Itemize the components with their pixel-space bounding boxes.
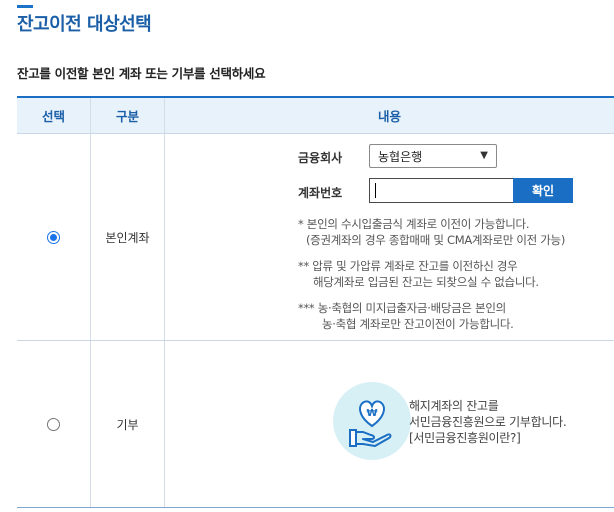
confirm-button[interactable]: 확인 <box>513 178 573 203</box>
note-line-1: * 본인의 수시입출금식 계좌로 이전이 가능합니다. <box>298 217 530 231</box>
header-select: 선택 <box>17 98 91 133</box>
selection-table: 선택 구분 내용 본인계좌 금융회사 농협은행 ▼ 계좌번호 확인 * 본인의 … <box>17 96 614 508</box>
header-content: 내용 <box>377 109 401 124</box>
header-type: 구분 <box>91 98 165 133</box>
svg-text:₩: ₩ <box>366 408 377 419</box>
select-cell <box>17 134 91 340</box>
note-line-4: 해당계좌로 입금된 잔고는 되찾으실 수 없습니다. <box>313 275 539 289</box>
donation-line-1: 해지계좌의 잔고를 <box>409 399 499 413</box>
bank-label: 금융회사 <box>298 151 343 165</box>
bank-select-value: 농협은행 <box>378 149 423 164</box>
table-header: 선택 구분 내용 <box>17 96 614 134</box>
donation-line-2: 서민금융진흥원으로 기부합니다. <box>409 415 567 429</box>
chevron-down-icon: ▼ <box>480 150 488 161</box>
note-line-2: (증권계좌의 경우 종합매매 및 CMA계좌로만 이전 가능) <box>306 233 566 247</box>
donation-radio[interactable] <box>47 417 60 431</box>
note-line-6: 농·축협 계좌로만 잔고이전이 가능합니다. <box>322 317 514 331</box>
hand-heart-icon: ₩ <box>349 400 392 447</box>
bank-select[interactable]: 농협은행 ▼ <box>369 144 497 168</box>
note-line-3: ** 압류 및 가압류 계좌로 잔고를 이전하신 경우 <box>298 259 518 273</box>
account-label: 계좌번호 <box>298 186 343 200</box>
type-cell: 본인계좌 <box>91 134 165 340</box>
donation-description: 해지계좌의 잔고를 서민금융진흥원으로 기부합니다. [서민금융진흥원이란?] <box>409 398 567 446</box>
page-subtitle: 잔고를 이전할 본인 계좌 또는 기부를 선택하세요 <box>17 66 266 81</box>
own-account-radio[interactable] <box>47 230 60 244</box>
about-foundation-link[interactable]: [서민금융진흥원이란?] <box>409 430 566 446</box>
page-title: 잔고이전 대상선택 <box>17 14 152 35</box>
title-accent-bar <box>17 5 33 8</box>
donation-hand-heart-icon: ₩ <box>333 382 411 460</box>
table-row-donation: 기부 ₩ 해지계좌의 잔고를 서민금융진흥원으로 기부합니다. [서민금융진흥원… <box>17 341 614 508</box>
content-cell: ₩ 해지계좌의 잔고를 서민금융진흥원으로 기부합니다. [서민금융진흥원이란?… <box>165 341 614 507</box>
note-line-5: *** 농·축협의 미지급출자금·배당금은 본인의 <box>298 301 506 315</box>
content-cell: 금융회사 농협은행 ▼ 계좌번호 확인 * 본인의 수시입출금식 계좌로 이전이… <box>165 134 614 340</box>
table-row-own-account: 본인계좌 금융회사 농협은행 ▼ 계좌번호 확인 * 본인의 수시입출금식 계좌… <box>17 134 614 341</box>
account-number-input[interactable] <box>369 178 514 203</box>
select-cell <box>17 341 91 507</box>
text-caret <box>375 183 376 198</box>
type-cell: 기부 <box>91 341 165 507</box>
